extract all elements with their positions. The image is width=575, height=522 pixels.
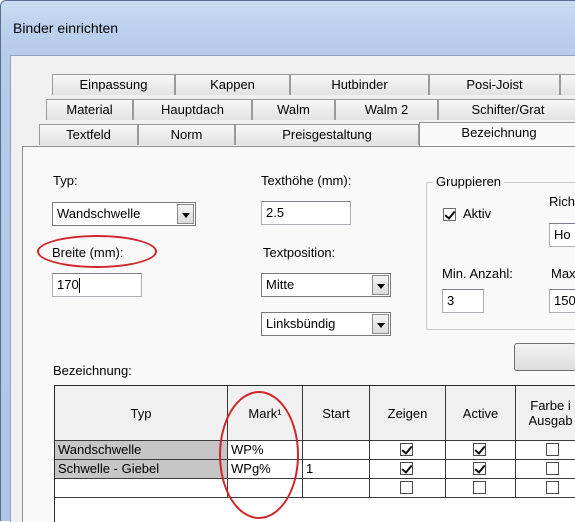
table-cell-zeigen[interactable] <box>370 460 446 479</box>
zeigen-checkbox[interactable] <box>400 443 413 456</box>
farbe-checkbox[interactable] <box>546 443 559 456</box>
table-cell-zeigen[interactable] <box>370 441 446 460</box>
column-header-active[interactable]: Active <box>446 386 516 441</box>
text-caret <box>78 278 80 294</box>
tab-textfeld[interactable]: Textfeld <box>39 124 138 145</box>
tab-more[interactable] <box>560 74 575 95</box>
texthoehe-label: Texthöhe (mm): <box>261 173 352 188</box>
textposition-label: Textposition: <box>263 245 336 260</box>
dialog-window: Binder einrichten Einpassung Kappen Hutb… <box>0 0 575 522</box>
tab-hutbinder[interactable]: Hutbinder <box>290 74 429 95</box>
gruppieren-label: Gruppieren <box>433 174 505 189</box>
richtung-label: Rich <box>549 194 575 209</box>
tab-walm[interactable]: Walm <box>252 99 335 120</box>
aktiv-label: Aktiv <box>463 206 492 221</box>
zeigen-checkbox[interactable] <box>400 481 413 494</box>
table-cell-farbe[interactable] <box>516 479 575 498</box>
tab-posi-joist[interactable]: Posi-Joist <box>429 74 560 95</box>
ausrichtung-select-value: Linksbündig <box>266 316 336 331</box>
tab-kappen[interactable]: Kappen <box>175 74 290 95</box>
table-cell-mark[interactable]: WPg% <box>228 460 303 479</box>
active-checkbox[interactable] <box>473 481 486 494</box>
tab-bezeichnung[interactable]: Bezeichnung <box>419 122 575 146</box>
column-header-zeigen[interactable]: Zeigen <box>370 386 446 441</box>
tab-row-1: Einpassung Kappen Hutbinder Posi-Joist <box>52 74 575 95</box>
table-cell-mark[interactable] <box>228 479 303 498</box>
typ-label: Typ: <box>53 173 78 188</box>
tab-row-2: Material Hauptdach Walm Walm 2 Schifter/… <box>46 99 575 120</box>
chevron-down-icon[interactable] <box>372 275 389 295</box>
ausrichtung-select[interactable]: Linksbündig <box>261 312 391 336</box>
table-cell-start[interactable] <box>303 441 370 460</box>
table-cell-active[interactable] <box>446 460 516 479</box>
textposition-select-value: Mitte <box>266 277 295 292</box>
bezeichnung-table: Typ Mark¹ Start Zeigen Active Farbe i Au… <box>54 385 575 522</box>
breite-input[interactable]: 170 <box>52 273 142 297</box>
column-header-start[interactable]: Start <box>303 386 370 441</box>
tab-material[interactable]: Material <box>46 99 133 120</box>
bezeichnung-label: Bezeichnung: <box>53 363 132 378</box>
chevron-down-icon[interactable] <box>177 204 194 224</box>
tab-norm[interactable]: Norm <box>138 124 235 145</box>
typ-select-value: Wandschwelle <box>57 206 141 221</box>
min-anzahl-input[interactable]: 3 <box>442 289 484 313</box>
table-cell-typ[interactable]: Schwelle - Giebel <box>55 460 228 479</box>
active-checkbox[interactable] <box>473 443 486 456</box>
max-label: Max <box>551 266 575 281</box>
table-cell-farbe[interactable] <box>516 460 575 479</box>
title-bar[interactable]: Binder einrichten <box>1 1 575 39</box>
window-title: Binder einrichten <box>13 20 119 36</box>
table-cell-start[interactable]: 1 <box>303 460 370 479</box>
tab-hauptdach[interactable]: Hauptdach <box>133 99 252 120</box>
column-header-mark[interactable]: Mark¹ <box>228 386 303 441</box>
textposition-select[interactable]: Mitte <box>261 273 391 297</box>
table-cell-active[interactable] <box>446 479 516 498</box>
tab-preisgestaltung[interactable]: Preisgestaltung <box>235 124 419 145</box>
texthoehe-input[interactable]: 2.5 <box>261 201 351 225</box>
tab-row-3: Textfeld Norm Preisgestaltung Bezeichnun… <box>39 122 575 146</box>
farbe-checkbox[interactable] <box>546 462 559 475</box>
action-button[interactable] <box>514 343 575 371</box>
tab-einpassung[interactable]: Einpassung <box>52 74 175 95</box>
chevron-down-icon[interactable] <box>372 314 389 334</box>
table-cell-start[interactable] <box>303 479 370 498</box>
table-cell-mark[interactable]: WP% <box>228 441 303 460</box>
max-input[interactable]: 150 <box>549 289 575 313</box>
column-header-farbe[interactable]: Farbe i Ausgab <box>516 386 575 441</box>
aktiv-checkbox[interactable] <box>443 208 456 221</box>
tab-walm-2[interactable]: Walm 2 <box>335 99 438 120</box>
column-header-typ[interactable]: Typ <box>55 386 228 441</box>
typ-select[interactable]: Wandschwelle <box>52 202 196 226</box>
zeigen-checkbox[interactable] <box>400 462 413 475</box>
table-cell-farbe[interactable] <box>516 441 575 460</box>
table-cell-typ[interactable] <box>55 479 228 498</box>
richtung-select[interactable]: Ho <box>549 223 575 247</box>
active-checkbox[interactable] <box>473 462 486 475</box>
tab-schifter-grat[interactable]: Schifter/Grat <box>438 99 575 120</box>
breite-label: Breite (mm): <box>52 245 124 260</box>
table-cell-zeigen[interactable] <box>370 479 446 498</box>
table-cell-typ[interactable]: Wandschwelle <box>55 441 228 460</box>
table-cell-active[interactable] <box>446 441 516 460</box>
min-anzahl-label: Min. Anzahl: <box>442 266 513 281</box>
breite-input-value: 170 <box>57 277 79 292</box>
farbe-checkbox[interactable] <box>546 481 559 494</box>
